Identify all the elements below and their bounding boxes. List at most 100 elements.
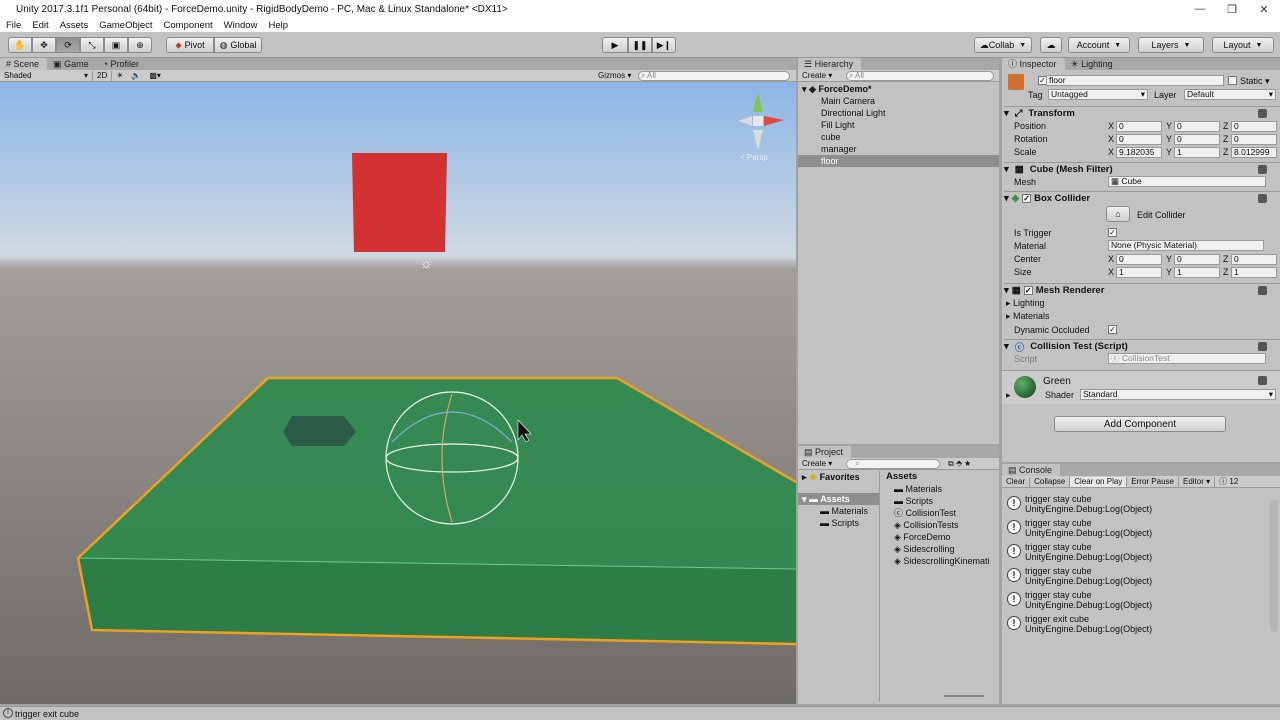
lighting-toggle-icon[interactable]: ☀: [112, 71, 127, 81]
lighting-foldout[interactable]: ▸ Lighting: [1006, 298, 1045, 309]
scene-root[interactable]: ▾ ◈ ForceDemo*: [798, 83, 999, 95]
console-clear-button[interactable]: Clear: [1002, 476, 1031, 487]
menu-edit[interactable]: Edit: [32, 20, 48, 31]
cloud-icon[interactable]: ☁: [1040, 37, 1062, 53]
effects-toggle-icon[interactable]: ▩▾: [145, 71, 165, 81]
minimize-icon[interactable]: —: [1184, 3, 1216, 15]
mesh-renderer-header[interactable]: ▾ ▦ ✓ Mesh Renderer: [1004, 283, 1280, 297]
log-entry[interactable]: ! trigger stay cube UnityEngine.Debug:Log(…: [1002, 515, 1272, 539]
hierarchy-item[interactable]: Fill Light: [798, 119, 999, 131]
menu-help[interactable]: Help: [268, 20, 288, 31]
hierarchy-search-input[interactable]: ⌕ All: [846, 71, 994, 81]
console-editor-dropdown[interactable]: Editor ▾: [1179, 476, 1216, 487]
static-label[interactable]: Static ▾: [1240, 76, 1270, 87]
file-item[interactable]: ▬ Materials: [886, 483, 998, 495]
tab-inspector[interactable]: ⓘ Inspector: [1002, 58, 1065, 70]
layout-dropdown[interactable]: Layout ▼: [1212, 37, 1274, 53]
script-header[interactable]: ▾ ⓒ Collision Test (Script): [1004, 339, 1280, 354]
scene-viewport[interactable]: ☼ < Persp: [0, 82, 796, 704]
layer-dropdown[interactable]: Default ▾: [1184, 89, 1276, 100]
hierarchy-item[interactable]: Main Camera: [798, 95, 999, 107]
project-search-input[interactable]: ⌕: [846, 459, 940, 469]
menu-file[interactable]: File: [6, 20, 21, 31]
tab-profiler[interactable]: ◔ Profiler: [97, 58, 147, 70]
center-z[interactable]: 0: [1231, 254, 1277, 265]
hand-tool-icon[interactable]: ✋: [8, 37, 32, 53]
material-settings-icon[interactable]: [1258, 376, 1267, 385]
size-z[interactable]: 1: [1231, 267, 1277, 278]
assets-tree-item[interactable]: ▾ ▬ Assets: [798, 493, 879, 505]
2d-toggle[interactable]: 2D: [92, 70, 113, 81]
static-checkbox[interactable]: [1228, 76, 1237, 85]
mesh-field[interactable]: ▦ Cube: [1108, 176, 1266, 187]
mesh-filter-header[interactable]: ▾ ▦ Cube (Mesh Filter): [1004, 162, 1280, 176]
tab-lighting[interactable]: ☀ Lighting: [1065, 58, 1121, 70]
audio-toggle-icon[interactable]: 🔈: [127, 71, 145, 81]
close-icon[interactable]: ✕: [1248, 3, 1280, 16]
center-y[interactable]: 0: [1174, 254, 1220, 265]
tab-project[interactable]: ▤ Project: [798, 446, 852, 458]
step-button[interactable]: ▶❙: [652, 37, 676, 53]
maximize-icon[interactable]: ❐: [1216, 3, 1248, 16]
tab-console[interactable]: ▤ Console: [1002, 464, 1061, 476]
layers-dropdown[interactable]: Layers ▼: [1138, 37, 1204, 53]
file-item[interactable]: ◈ Sidescrolling: [886, 543, 998, 555]
mesh-filter-settings-icon[interactable]: [1258, 165, 1267, 174]
tab-scene[interactable]: # Scene: [0, 58, 48, 70]
zoom-slider[interactable]: [944, 695, 984, 697]
hierarchy-create-dropdown[interactable]: Create ▾: [798, 71, 836, 81]
rotation-y[interactable]: 0: [1174, 134, 1220, 145]
project-create-dropdown[interactable]: Create ▾: [798, 459, 836, 469]
tree-item[interactable]: ▬ Scripts: [798, 517, 879, 529]
scale-y[interactable]: 1: [1174, 147, 1220, 158]
add-component-button[interactable]: Add Component: [1054, 416, 1226, 432]
mesh-renderer-settings-icon[interactable]: [1258, 286, 1267, 295]
console-error-pause-button[interactable]: Error Pause: [1127, 476, 1179, 487]
box-collider-settings-icon[interactable]: [1258, 194, 1267, 203]
menu-window[interactable]: Window: [224, 20, 258, 31]
size-y[interactable]: 1: [1174, 267, 1220, 278]
shading-dropdown[interactable]: Shaded ▾: [0, 71, 92, 81]
file-item[interactable]: ◈ ForceDemo: [886, 531, 998, 543]
favorites-item[interactable]: ▸ ★ Favorites: [798, 471, 879, 483]
file-item[interactable]: ◈ SidescrollingKinemati: [886, 555, 998, 567]
warning-count-badge[interactable]: ⓘ 12: [1215, 477, 1242, 487]
file-item[interactable]: ◈ CollisionTests: [886, 519, 998, 531]
physic-material-field[interactable]: None (Physic Material): [1108, 240, 1264, 251]
transform-header[interactable]: ▾ ⤢ Transform: [1004, 106, 1280, 120]
hierarchy-item[interactable]: manager: [798, 143, 999, 155]
shader-dropdown[interactable]: Standard ▾: [1080, 389, 1276, 400]
position-y[interactable]: 0: [1174, 121, 1220, 132]
file-item[interactable]: ▬ Scripts: [886, 495, 998, 507]
menu-gameobject[interactable]: GameObject: [99, 20, 152, 31]
rect-tool-icon[interactable]: ▣: [104, 37, 128, 53]
script-settings-icon[interactable]: [1258, 342, 1267, 351]
gizmos-dropdown[interactable]: Gizmos ▾: [594, 71, 635, 81]
transform-settings-icon[interactable]: [1258, 109, 1267, 118]
log-entry[interactable]: ! trigger stay cube UnityEngine.Debug:Log(…: [1002, 563, 1272, 587]
file-item[interactable]: ⓒ CollisionTest: [886, 507, 998, 519]
log-entry[interactable]: ! trigger exit cube UnityEngine.Debug:Log(…: [1002, 611, 1272, 635]
play-button[interactable]: ▶: [602, 37, 628, 53]
scene-render[interactable]: ☼ < Persp: [0, 82, 796, 704]
menu-assets[interactable]: Assets: [60, 20, 89, 31]
status-message[interactable]: trigger exit cube: [15, 709, 79, 719]
console-clear-on-play-button[interactable]: Clear on Play: [1070, 476, 1128, 487]
pivot-button[interactable]: ⬥ Pivot: [166, 37, 214, 53]
console-scrollbar[interactable]: [1270, 500, 1278, 632]
object-name-field[interactable]: floor: [1046, 75, 1224, 86]
hierarchy-item[interactable]: Directional Light: [798, 107, 999, 119]
position-x[interactable]: 0: [1116, 121, 1162, 132]
hierarchy-item[interactable]: cube: [798, 131, 999, 143]
menu-component[interactable]: Component: [164, 20, 213, 31]
scene-search-input[interactable]: ⌕ All: [638, 71, 790, 81]
collab-dropdown[interactable]: ☁ Collab ▼: [974, 37, 1032, 53]
scale-z[interactable]: 8.012999: [1231, 147, 1277, 158]
tab-hierarchy[interactable]: ☰ Hierarchy: [798, 58, 862, 70]
account-dropdown[interactable]: Account ▼: [1068, 37, 1130, 53]
rotation-z[interactable]: 0: [1231, 134, 1277, 145]
filter-icons[interactable]: ⧉ ⬘ ★: [948, 459, 971, 469]
rotate-tool-icon[interactable]: ⟳: [56, 37, 80, 53]
is-trigger-checkbox[interactable]: ✓: [1108, 228, 1117, 237]
log-entry[interactable]: ! trigger stay cube UnityEngine.Debug:Log(…: [1002, 587, 1272, 611]
